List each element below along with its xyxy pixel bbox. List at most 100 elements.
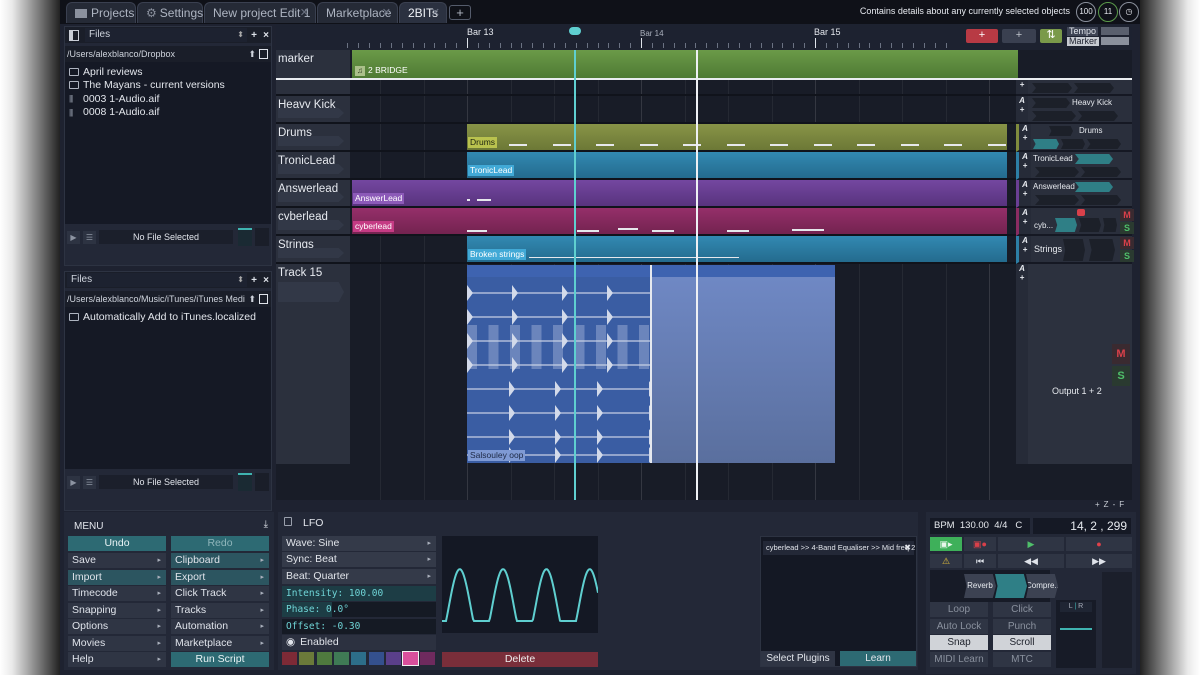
- auto-lock-toggle[interactable]: Auto Lock: [930, 618, 988, 634]
- pan-control[interactable]: [1087, 139, 1121, 149]
- pan-control[interactable]: [1081, 195, 1121, 205]
- volume-slider[interactable]: [1032, 83, 1072, 93]
- close-tab-icon[interactable]: ✕: [300, 3, 309, 23]
- snap-toggle[interactable]: Snap: [930, 635, 988, 650]
- play-preview-button[interactable]: ▶: [67, 475, 80, 489]
- file-source-select[interactable]: Files ⬍: [67, 273, 247, 287]
- marker-visibility-button[interactable]: [1101, 37, 1129, 45]
- timeline-ruler[interactable]: Bar 13 Bar 14 Bar 15 + + ⇅ Tempo Marker: [276, 24, 1132, 50]
- menu-import-button[interactable]: Import ▸: [68, 569, 166, 585]
- beat-select[interactable]: Beat: Quarter ▸: [282, 569, 436, 584]
- close-panel-icon[interactable]: ×: [261, 30, 271, 41]
- select-plugins-button[interactable]: Select Plugins: [761, 651, 835, 666]
- preview-volume-slider[interactable]: [238, 473, 253, 491]
- track-row-partial[interactable]: [276, 80, 1132, 96]
- time-signature[interactable]: 4/4: [994, 520, 1007, 531]
- file-list-item[interactable]: April reviews: [69, 65, 267, 79]
- add-track-button[interactable]: +: [966, 29, 998, 43]
- automation-button[interactable]: A: [1016, 264, 1028, 273]
- undo-button[interactable]: Undo: [68, 536, 166, 551]
- record-arm-icon[interactable]: [1077, 209, 1085, 216]
- track-row-marker[interactable]: marker ♫ 2 BRIDGE: [276, 50, 1132, 80]
- tab-new-project-edit[interactable]: New project Edit 1 ✕: [204, 2, 316, 23]
- rewind-icon[interactable]: ◀◀: [998, 554, 1064, 568]
- file-list-item[interactable]: Automatically Add to iTunes.localized: [69, 310, 267, 324]
- track-header[interactable]: marker: [276, 50, 350, 78]
- file-source-select[interactable]: Files ⬍: [85, 28, 247, 42]
- delete-button[interactable]: Delete: [442, 652, 598, 667]
- automation-toggle-icon[interactable]: ⇅: [1040, 29, 1062, 43]
- go-to-start-icon[interactable]: ⏮: [964, 554, 996, 568]
- play-icon[interactable]: ▶: [998, 537, 1064, 551]
- solo-button[interactable]: S: [1120, 250, 1134, 262]
- menu-automation-button[interactable]: Automation ▸: [171, 619, 269, 634]
- new-folder-icon[interactable]: [259, 294, 268, 304]
- add-plugin-button[interactable]: +: [1019, 189, 1031, 198]
- mute-button[interactable]: M: [1120, 209, 1134, 221]
- add-tab-button[interactable]: +: [449, 5, 471, 20]
- play-preview-button[interactable]: ▶: [67, 230, 80, 244]
- phase-slider[interactable]: Phase: 0.0°: [282, 602, 436, 617]
- track-header[interactable]: Track 15: [276, 264, 350, 464]
- color-swatch[interactable]: [282, 652, 297, 665]
- menu-icon[interactable]: ☰: [82, 475, 96, 489]
- color-swatch[interactable]: [402, 651, 420, 666]
- add-plugin-button[interactable]: +: [1016, 80, 1028, 94]
- pan-control[interactable]: [1078, 111, 1118, 121]
- loop-end-marker[interactable]: [650, 265, 652, 463]
- menu-click-track-button[interactable]: Click Track ▸: [171, 586, 269, 601]
- solo-button[interactable]: S: [1112, 366, 1130, 386]
- add-plugin-button[interactable]: +: [1019, 133, 1031, 142]
- plugin-eq[interactable]: [1033, 139, 1059, 149]
- color-swatch[interactable]: [420, 652, 436, 665]
- plugin-eq[interactable]: [1075, 154, 1113, 164]
- solo-button[interactable]: S: [1120, 222, 1134, 234]
- track-row-track-15[interactable]: Track 15 Salsouley oop: [276, 264, 1132, 464]
- click-toggle[interactable]: Click: [993, 602, 1051, 617]
- tab-settings[interactable]: ⚙ Settings: [137, 2, 203, 23]
- tempo-track-toggle[interactable]: Tempo: [1067, 27, 1099, 36]
- automation-button[interactable]: A: [1019, 180, 1031, 189]
- key-signature[interactable]: C: [1015, 520, 1022, 531]
- color-swatch[interactable]: [299, 652, 315, 665]
- volume-slider[interactable]: [1049, 126, 1073, 136]
- volume-slider[interactable]: [1061, 139, 1085, 149]
- scroll-toggle[interactable]: Scroll: [993, 635, 1051, 650]
- parent-folder-icon[interactable]: ⬆: [248, 49, 256, 60]
- add-panel-icon[interactable]: +: [249, 275, 259, 286]
- record-sync-button[interactable]: ▣●: [964, 537, 996, 551]
- marker-track-toggle[interactable]: Marker: [1067, 37, 1100, 46]
- plugin-eq[interactable]: [995, 574, 1027, 598]
- menu-marketplace-button[interactable]: Marketplace ▸: [171, 635, 269, 651]
- add-plugin-button[interactable]: +: [1019, 217, 1031, 226]
- color-swatch[interactable]: [333, 652, 349, 665]
- tempo-display[interactable]: BPM 130.00 4/4 C: [930, 518, 1030, 534]
- plugin-compressor[interactable]: Compre...: [1026, 574, 1058, 598]
- track-row-drums[interactable]: Drums Drums: [276, 124, 1132, 152]
- menu-snapping-button[interactable]: Snapping ▸: [68, 602, 166, 618]
- new-folder-icon[interactable]: [259, 49, 268, 59]
- loop-marker-handle[interactable]: [569, 27, 581, 35]
- add-plugin-button[interactable]: +: [1019, 245, 1031, 254]
- volume-slider[interactable]: [1032, 98, 1070, 108]
- plugin-reverb[interactable]: Reverb: [964, 574, 996, 598]
- add-plugin-button[interactable]: +: [1016, 273, 1028, 282]
- track-header[interactable]: Answerlead: [276, 180, 350, 206]
- close-icon[interactable]: ✖: [904, 541, 911, 555]
- track-header[interactable]: [276, 80, 350, 94]
- track-row-answerlead[interactable]: Answerlead AnswerLead: [276, 180, 1132, 208]
- track-row-cyberlead[interactable]: cyberlead cyberlead: [276, 208, 1132, 236]
- warning-icon[interactable]: ⚠: [930, 554, 962, 568]
- file-list-item[interactable]: ||| 0008 1-Audio.aif: [69, 106, 267, 120]
- wave-select[interactable]: Wave: Sine ▸: [282, 536, 436, 551]
- enabled-toggle[interactable]: ◉ Enabled: [282, 635, 436, 650]
- add-folder-track-button[interactable]: +: [1002, 29, 1036, 43]
- preview-volume-slider[interactable]: [238, 228, 253, 246]
- bpm-value[interactable]: 130.00: [960, 520, 989, 531]
- automation-button[interactable]: A: [1019, 208, 1031, 217]
- pan-control[interactable]: [1081, 167, 1121, 177]
- marker-clip[interactable]: ♫ 2 BRIDGE: [352, 50, 1018, 78]
- offset-slider[interactable]: Offset: -0.30: [282, 619, 436, 634]
- position-display[interactable]: 14, 2 , 299: [1033, 518, 1131, 534]
- mtc-toggle[interactable]: MTC: [993, 651, 1051, 667]
